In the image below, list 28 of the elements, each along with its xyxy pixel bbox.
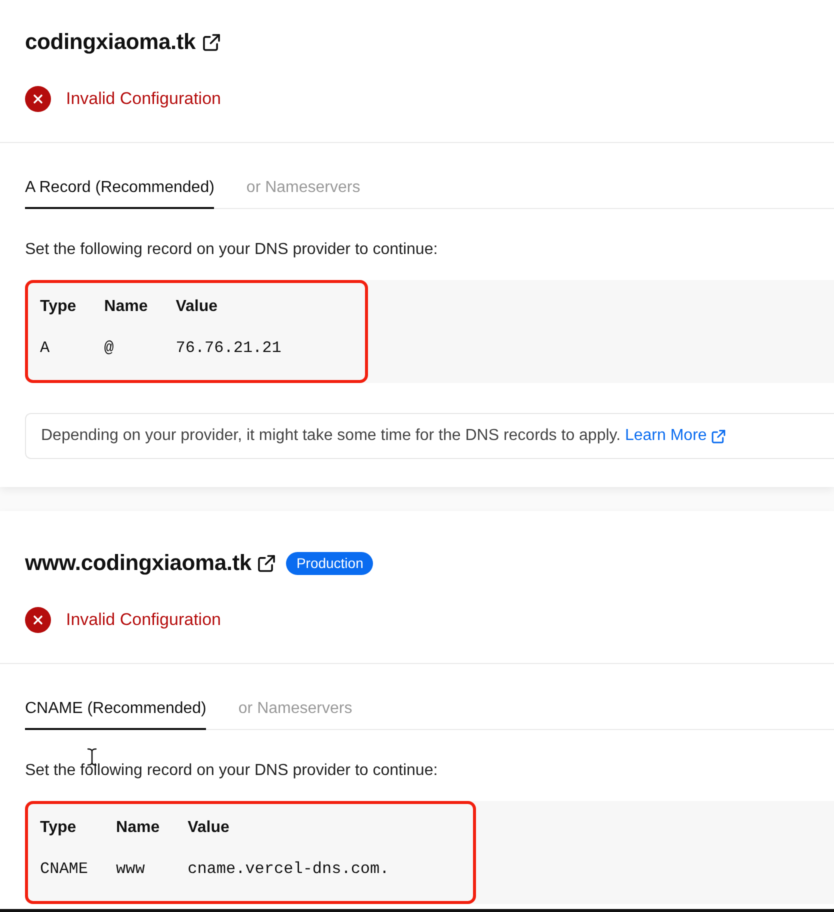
column-header: Type [40, 297, 76, 317]
external-link-icon [710, 428, 726, 444]
error-icon [25, 607, 51, 633]
status-text: Invalid Configuration [66, 88, 221, 110]
instruction-text: Set the following record on your DNS provider to continue: [25, 240, 439, 260]
learn-more-link[interactable]: Learn More [624, 425, 726, 447]
column-header: Value [176, 297, 219, 317]
external-link-icon [257, 554, 276, 572]
external-link-icon [202, 32, 221, 52]
column-header: Value [188, 818, 230, 838]
table-cell-text: @ [104, 338, 115, 359]
tab[interactable]: A Record (Recommended) [25, 177, 214, 209]
error-icon [25, 86, 51, 112]
table-cell-text: 76.76.21.21 [176, 338, 282, 359]
column-header: Name [104, 297, 148, 317]
status-text: Invalid Configuration [66, 609, 221, 631]
table-cell-text: A [40, 338, 51, 359]
table-cell-text: CNAME [40, 859, 88, 880]
column-header: Name [116, 818, 160, 838]
instruction-text: Set the following record on your DNS provider to continue: [25, 761, 439, 781]
info-note: Depending on your provider, it might take some time for the DNS records to apply. Learn More [25, 413, 834, 459]
tab[interactable]: CNAME (Recommended) [25, 698, 206, 730]
domain-link[interactable]: codingxiaoma.tk [25, 26, 221, 58]
table-cell-text: cname.vercel-dns.com. [188, 859, 390, 880]
table-cell-text: www [116, 859, 146, 880]
domain-link[interactable]: www.codingxiaoma.tk [25, 547, 276, 579]
environment-badge: Production [286, 552, 374, 574]
column-header: Type [40, 818, 78, 838]
